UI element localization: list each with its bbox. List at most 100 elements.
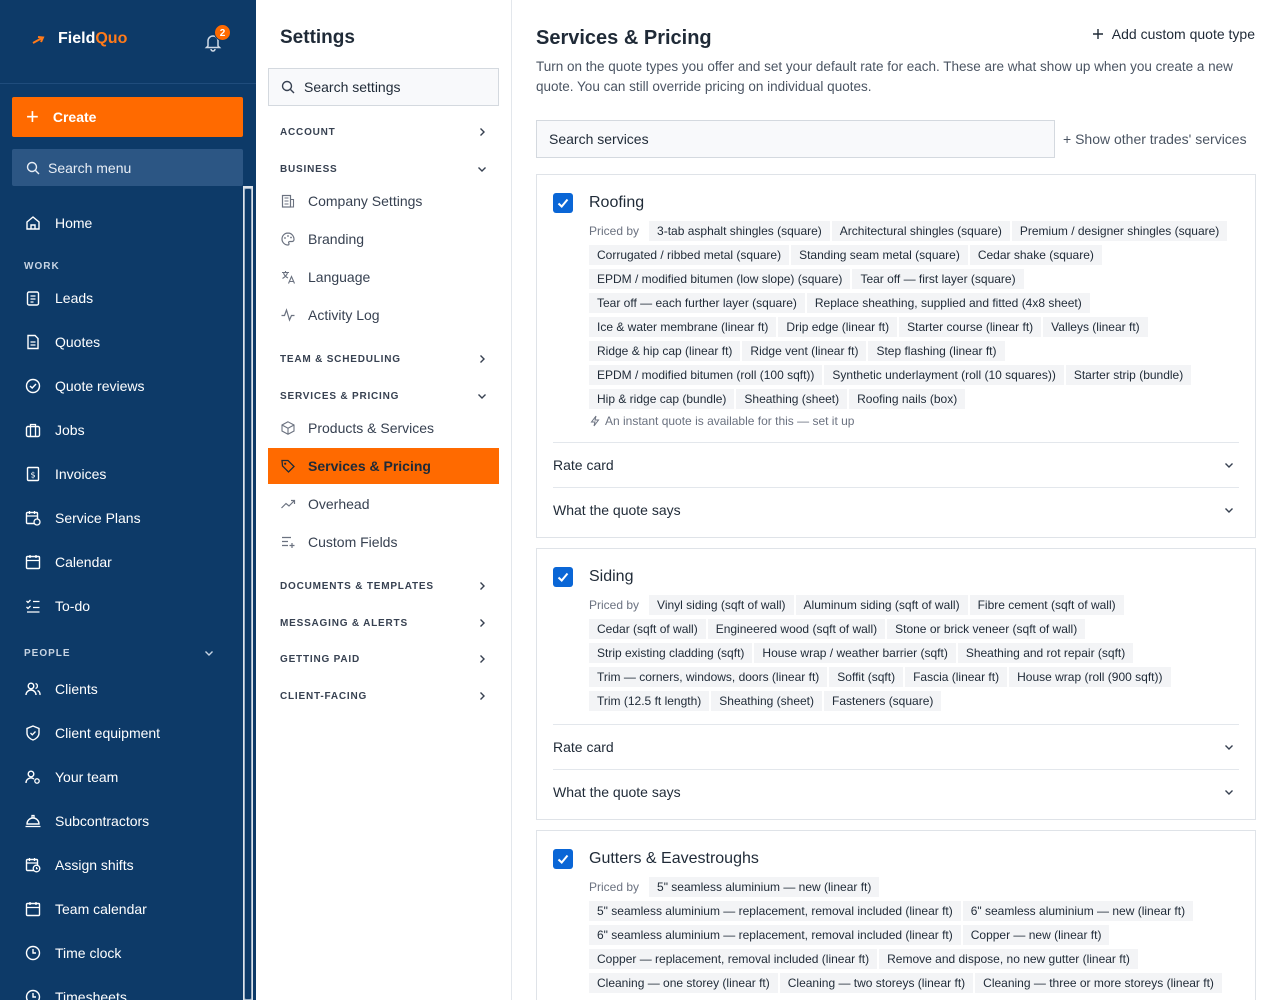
- pricing-units-list: Priced by 5" seamless aluminium — new (li…: [589, 877, 1239, 993]
- nav-item-home[interactable]: Home: [24, 211, 92, 235]
- activity-icon: [281, 308, 295, 322]
- pricing-unit-chip: Remove and dispose, no new gutter (linea…: [879, 949, 1138, 969]
- nav-item-subcontractors[interactable]: Subcontractors: [24, 809, 149, 833]
- brand-logo[interactable]: FieldQuo: [30, 30, 127, 48]
- service-checkbox[interactable]: [553, 193, 573, 213]
- nav-section-people: PEOPLE: [24, 648, 71, 659]
- settings-search-input[interactable]: Search settings: [268, 68, 499, 106]
- chevron-right-icon: [480, 355, 485, 363]
- check-icon: [557, 572, 569, 582]
- nav-item-your-team[interactable]: Your team: [24, 765, 118, 789]
- chevron-right-icon: [480, 619, 485, 627]
- nav-item-team-calendar[interactable]: Team calendar: [24, 897, 147, 921]
- settings-group-team-scheduling[interactable]: TEAM & SCHEDULING: [280, 353, 488, 365]
- nav-item-timesheets[interactable]: Timesheets: [24, 985, 127, 1000]
- nav-search-input[interactable]: Search menu: [12, 149, 243, 186]
- nav-item-calendar[interactable]: Calendar: [24, 550, 112, 574]
- rate-card-accordion[interactable]: Rate card: [553, 442, 1239, 487]
- pricing-unit-chip: Step flashing (linear ft): [868, 341, 1005, 361]
- settings-group-label: CLIENT-FACING: [280, 690, 368, 702]
- quote-says-accordion[interactable]: What the quote says: [553, 769, 1239, 814]
- settings-group-label: TEAM & SCHEDULING: [280, 353, 401, 365]
- service-title: Gutters & Eavestroughs: [589, 850, 759, 867]
- services-search-placeholder: Search services: [549, 131, 649, 147]
- nav-item-jobs[interactable]: Jobs: [24, 418, 85, 442]
- settings-group-business[interactable]: BUSINESS: [280, 163, 488, 175]
- rate-card-accordion[interactable]: Rate card: [553, 724, 1239, 769]
- nav-item-time-clock[interactable]: Time clock: [24, 941, 121, 965]
- chevron-down-icon: [1225, 745, 1233, 750]
- settings-item-company-settings[interactable]: Company Settings: [280, 193, 422, 209]
- nav-search-label: Search menu: [48, 159, 132, 176]
- nav-scrollbar-thumb[interactable]: [244, 188, 252, 1000]
- tag-icon: [281, 459, 295, 473]
- pricing-unit-chip: Cleaning — three or more storeys (linear…: [975, 973, 1222, 993]
- create-button[interactable]: + Create: [12, 97, 243, 137]
- nav-item-label: Quote reviews: [55, 378, 145, 394]
- settings-group-getting-paid[interactable]: GETTING PAID: [280, 653, 488, 665]
- nav-item-quote-reviews[interactable]: Quote reviews: [24, 374, 144, 398]
- calendar-refresh-icon: [25, 511, 41, 526]
- settings-item-overhead[interactable]: Overhead: [280, 496, 369, 512]
- settings-item-services-pricing[interactable]: Services & Pricing: [268, 448, 499, 484]
- settings-item-activity-log[interactable]: Activity Log: [280, 307, 380, 323]
- chevron-down-icon: [1225, 463, 1233, 468]
- chevron-down-icon[interactable]: [203, 647, 215, 659]
- quote-says-accordion[interactable]: What the quote says: [553, 487, 1239, 532]
- box-icon: [281, 421, 295, 435]
- settings-item-language[interactable]: Language: [280, 269, 370, 285]
- home-icon: [26, 216, 40, 230]
- nav-item-service-plans[interactable]: Service Plans: [24, 506, 141, 530]
- chevron-down-icon: [1225, 790, 1233, 795]
- pricing-unit-chip: 6" seamless aluminium — new (linear ft): [962, 901, 1194, 921]
- page-title: Services & Pricing: [536, 27, 712, 49]
- services-search-input[interactable]: Search services: [536, 120, 1055, 158]
- chevron-right-icon: [480, 582, 485, 590]
- clock-icon: [25, 945, 41, 961]
- pricing-unit-chip: 3-tab asphalt shingles (square): [649, 221, 830, 241]
- settings-search-placeholder: Search settings: [304, 79, 401, 95]
- settings-item-products-services[interactable]: Products & Services: [280, 420, 434, 436]
- chevron-right-icon: [480, 692, 485, 700]
- check-circle-icon: [25, 378, 41, 394]
- create-label: Create: [52, 109, 97, 125]
- pricing-unit-chip: Fibre cement (sqft of wall): [969, 595, 1124, 615]
- settings-group-account[interactable]: ACCOUNT: [280, 126, 488, 138]
- pricing-unit-chip: Valleys (linear ft): [1043, 317, 1148, 337]
- instant-quote-notice[interactable]: An instant quote is available for this —…: [589, 414, 854, 428]
- settings-group-label: GETTING PAID: [280, 653, 360, 665]
- users-icon: [25, 682, 41, 696]
- settings-group-messaging[interactable]: MESSAGING & ALERTS: [280, 617, 488, 629]
- show-other-trades-link[interactable]: + Show other trades' services: [1063, 131, 1247, 147]
- nav-scrollbar[interactable]: [243, 186, 253, 1000]
- service-checkbox[interactable]: [553, 567, 573, 587]
- settings-group-client-facing[interactable]: CLIENT-FACING: [280, 690, 488, 702]
- pricing-unit-chip: Fasteners (square): [824, 691, 942, 711]
- pricing-units-list: Priced by 3-tab asphalt shingles (square)…: [589, 221, 1239, 409]
- nav-item-label: Service Plans: [55, 510, 141, 526]
- pricing-unit-chip: Roofing nails (box): [849, 389, 966, 409]
- add-custom-quote-type-button[interactable]: Add custom quote type: [1092, 26, 1255, 42]
- nav-item-todo[interactable]: To-do: [24, 594, 90, 618]
- search-icon: [281, 80, 295, 94]
- nav-item-clients[interactable]: Clients: [24, 677, 98, 701]
- pricing-unit-chip: Starter strip (bundle): [1065, 365, 1192, 385]
- settings-group-services-pricing[interactable]: SERVICES & PRICING: [280, 390, 488, 402]
- nav-item-label: Invoices: [55, 466, 107, 482]
- settings-group-documents[interactable]: DOCUMENTS & TEMPLATES: [280, 580, 488, 592]
- nav-item-invoices[interactable]: $ Invoices: [24, 462, 106, 486]
- service-checkbox[interactable]: [553, 849, 573, 869]
- nav-item-label: To-do: [55, 598, 91, 614]
- calendar-icon: [25, 902, 41, 917]
- settings-item-label: Overhead: [308, 496, 370, 512]
- pricing-unit-chip: Soffit (sqft): [829, 667, 904, 687]
- settings-item-branding[interactable]: Branding: [280, 231, 364, 247]
- nav-item-label: Home: [55, 215, 93, 231]
- instant-quote-text: An instant quote is available for this —…: [605, 414, 855, 428]
- nav-item-leads[interactable]: Leads: [24, 286, 93, 310]
- nav-item-client-equipment[interactable]: Client equipment: [24, 721, 160, 745]
- clipboard-icon: [26, 291, 40, 306]
- nav-item-quotes[interactable]: Quotes: [24, 330, 100, 354]
- nav-item-assign-shifts[interactable]: Assign shifts: [24, 853, 134, 877]
- settings-item-custom-fields[interactable]: Custom Fields: [280, 534, 397, 550]
